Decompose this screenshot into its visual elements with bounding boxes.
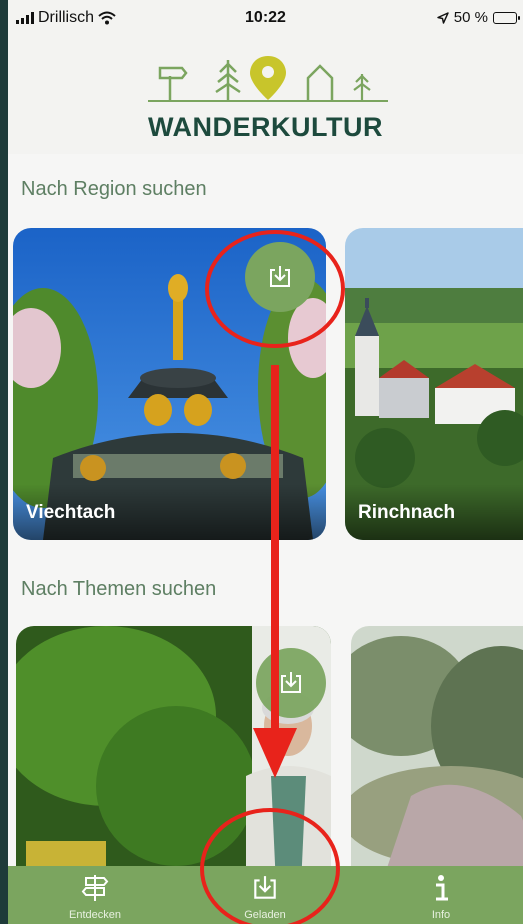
tab-entdecken[interactable]: Entdecken (30, 866, 160, 924)
app-screen: Drillisch 10:22 50 % WANDERKULTUR Nach R… (8, 0, 523, 924)
location-pin-icon (250, 56, 286, 100)
signpost-icon (81, 875, 109, 901)
annotation-arrow-shaft (271, 365, 279, 745)
house-icon (306, 64, 334, 100)
status-right: 50 % (437, 9, 520, 26)
location-arrow-icon (437, 11, 449, 24)
annotation-circle-download-button (205, 230, 345, 348)
tree-icon (215, 60, 241, 100)
battery-icon (493, 11, 520, 24)
annotation-arrow-head (253, 728, 297, 778)
download-icon (281, 672, 301, 693)
tab-label: Info (431, 909, 451, 921)
small-tree-icon (353, 74, 371, 100)
card-label-overlay: Viechtach (13, 484, 326, 540)
card-label-rinchnach: Rinchnach (358, 502, 456, 523)
battery-percent: 50 % (453, 9, 488, 26)
status-bar: Drillisch 10:22 50 % (8, 0, 523, 36)
section-title-themes: Nach Themen suchen (21, 578, 217, 600)
download-theme-button[interactable] (256, 648, 326, 718)
card-image-watercolor-forest (351, 626, 523, 886)
annotation-circle-geladen-tab (200, 808, 340, 924)
app-header: WANDERKULTUR (8, 36, 523, 154)
region-card-rinchnach[interactable]: Rinchnach (345, 228, 523, 540)
info-icon (436, 875, 448, 901)
theme-card-2[interactable] (351, 626, 523, 886)
logo-illustration (148, 56, 388, 102)
tab-info[interactable]: Info (376, 866, 506, 924)
logo-wordmark: WANDERKULTUR (148, 112, 383, 142)
tab-label: Entdecken (69, 909, 121, 921)
section-title-region: Nach Region suchen (21, 178, 207, 200)
card-label-viechtach: Viechtach (26, 502, 116, 523)
card-label-overlay: Rinchnach (345, 484, 523, 540)
signpost-icon (158, 66, 188, 100)
